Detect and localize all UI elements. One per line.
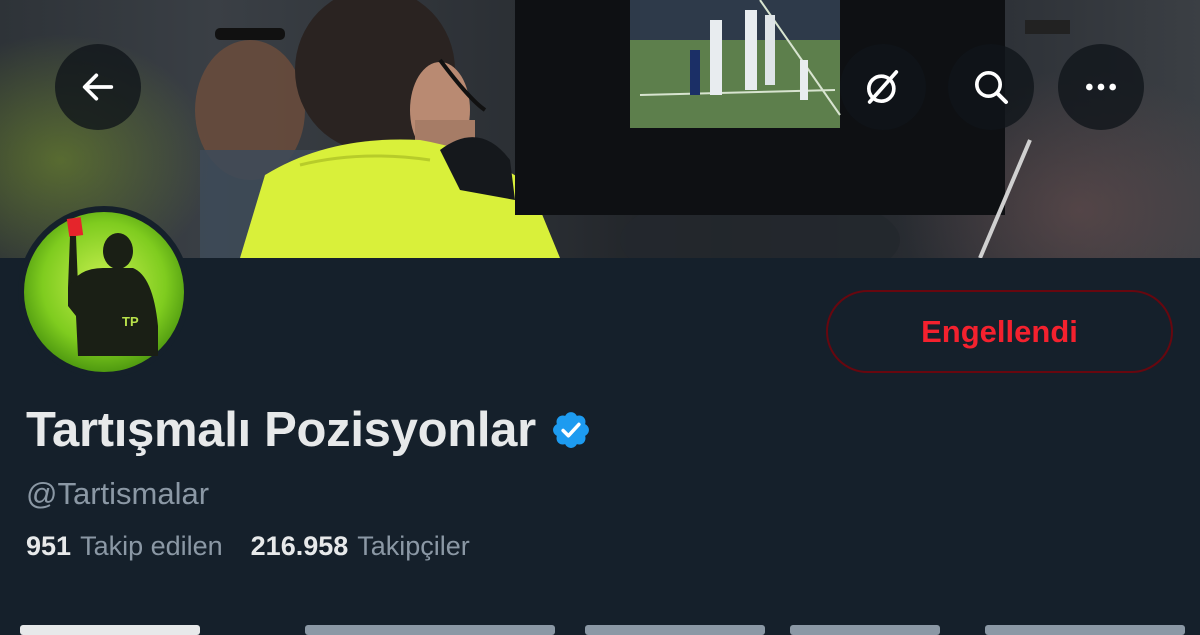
profile-handle: @Tartismalar [26, 476, 210, 511]
verified-badge-icon[interactable] [550, 409, 592, 451]
search-button[interactable] [948, 44, 1034, 130]
display-name: Tartışmalı Pozisyonlar [26, 403, 536, 457]
back-button[interactable] [55, 44, 141, 130]
followers-count: 216.958 [250, 531, 349, 561]
following-count: 951 [26, 531, 72, 561]
avatar-monogram: TP [122, 314, 139, 329]
arrow-left-icon [82, 73, 114, 101]
tabs-partial-strip [20, 625, 1185, 635]
blocked-button-label: Engellendi [921, 313, 1078, 349]
more-button[interactable] [1058, 44, 1144, 130]
profile-avatar[interactable]: TP [18, 206, 190, 378]
profile-tabs-cutoff [0, 622, 1200, 635]
follow-stats: 951 Takip edilen 216.958 Takipçiler [26, 531, 498, 562]
followers-label: Takipçiler [357, 531, 470, 561]
followers-stat[interactable]: 216.958 Takipçiler [251, 531, 470, 562]
profile-name-row: Tartışmalı Pozisyonlar [26, 398, 592, 462]
profile-banner[interactable] [0, 0, 1200, 258]
following-stat[interactable]: 951 Takip edilen [26, 531, 223, 562]
following-label: Takip edilen [80, 531, 223, 561]
blocked-button[interactable]: Engellendi [826, 290, 1173, 373]
grok-icon [867, 70, 899, 104]
referee-red-card-avatar: TP [24, 212, 184, 372]
more-horizontal-icon [1086, 83, 1116, 91]
banner-photo [195, 0, 1070, 258]
search-icon [975, 71, 1008, 104]
grok-button[interactable] [840, 44, 926, 130]
